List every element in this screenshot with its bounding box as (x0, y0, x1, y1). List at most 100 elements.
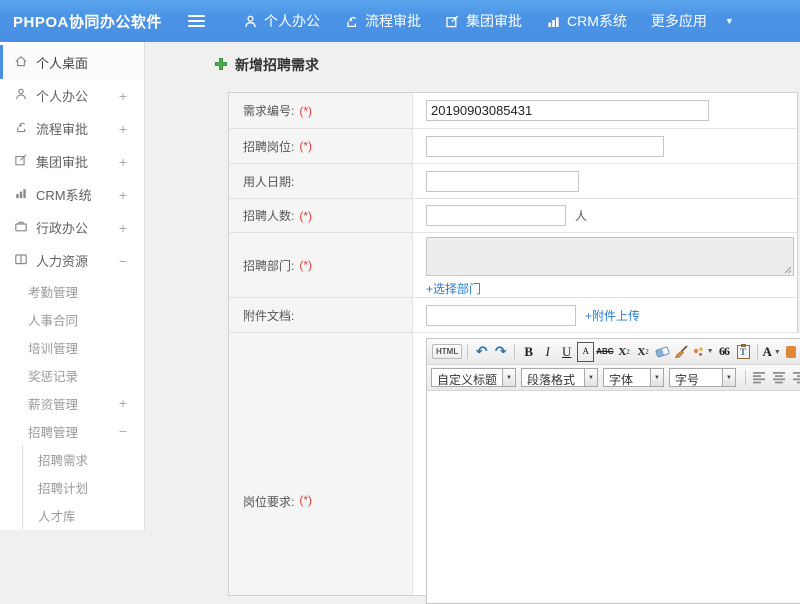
strikethrough-button[interactable]: ABC (596, 342, 613, 362)
font-family-dropdown[interactable]: 字体 ▼ (603, 368, 665, 387)
field-label-text: 需求编号: (243, 104, 295, 118)
color-palette-button[interactable]: ▼ (692, 342, 714, 362)
hire-date-input[interactable] (426, 170, 579, 192)
sidebar-subsubitem-recruit-plan[interactable]: 招聘计划 (23, 473, 144, 501)
attachment-input[interactable] (426, 304, 576, 326)
clipboard-icon: T (736, 343, 750, 359)
nav-item-more-apps[interactable]: 更多应用 ▼ (651, 11, 734, 31)
field-value-cell (413, 93, 797, 128)
expand-icon: + (118, 153, 127, 170)
user-icon (243, 14, 258, 29)
collapse-icon: − (118, 423, 127, 439)
paragraph-format-dropdown[interactable]: 段落格式 ▼ (521, 368, 599, 387)
field-label-text: 岗位要求: (243, 495, 295, 509)
sidebar-item-label: 个人桌面 (36, 55, 89, 71)
department-textarea[interactable] (426, 237, 794, 276)
required-mark: (*) (299, 103, 313, 118)
subscript-button[interactable]: X2 (635, 342, 652, 362)
font-style-button[interactable]: A (577, 341, 595, 362)
sidebar-item-workflow-approval[interactable]: 流程审批 + (0, 112, 144, 145)
font-size-dropdown[interactable]: 字号 ▼ (669, 368, 737, 387)
sidebar-subitem-attendance[interactable]: 考勤管理 (0, 277, 144, 305)
position-input[interactable] (426, 135, 664, 157)
sidebar-subitem-training[interactable]: 培训管理 (0, 333, 144, 361)
top-navbar: PHPOA协同办公软件 个人办公 流程审批 集团审批 CRM系统 更多应用 ▼ (0, 0, 800, 42)
highlight-icon (786, 345, 797, 358)
nav-item-personal-office[interactable]: 个人办公 (243, 11, 320, 31)
dropdown-value: 字体 (609, 373, 634, 387)
form-row-job-requirements: 岗位要求: (*) HTML ↶ ↷ B I U A ABC X2 X2 ▼ 6… (229, 333, 800, 604)
toolbar-separator (756, 344, 758, 359)
field-value-cell: +附件上传 (413, 298, 797, 332)
align-right-button[interactable] (793, 371, 800, 384)
sidebar-item-crm[interactable]: CRM系统 + (0, 178, 144, 211)
dropdown-arrow-icon: ▼ (584, 369, 598, 386)
html-source-button[interactable]: HTML (432, 344, 463, 359)
superscript-exp: 2 (626, 347, 630, 356)
sidebar-item-personal-desktop[interactable]: 个人桌面 (0, 45, 144, 79)
bar-chart-icon (546, 14, 561, 29)
sidebar-subitem-salary[interactable]: 薪资管理 + (0, 389, 144, 417)
nav-item-crm[interactable]: CRM系统 (546, 11, 627, 31)
demand-number-input[interactable] (426, 100, 709, 121)
editor-content-area[interactable] (427, 391, 800, 603)
remove-format-button[interactable] (654, 342, 671, 362)
form-row-attachment: 附件文档: +附件上传 (229, 298, 797, 333)
caret-down-icon: ▼ (724, 16, 734, 26)
undo-icon[interactable]: ↶ (473, 342, 490, 362)
choose-department-link[interactable]: +选择部门 (426, 280, 481, 297)
format-painter-button[interactable] (673, 342, 690, 362)
sidebar-subsubitem-label: 招聘计划 (38, 481, 89, 496)
sidebar-subitem-label: 人事合同 (28, 313, 79, 328)
required-mark: (*) (299, 139, 313, 153)
dropdown-arrow-icon: ▼ (650, 369, 664, 386)
paste-as-text-button[interactable]: T (735, 342, 752, 362)
superscript-button[interactable]: X2 (616, 342, 633, 362)
italic-button[interactable]: I (539, 342, 556, 362)
subscript-base: X (637, 345, 646, 358)
sidebar-subsubitem-talent-pool[interactable]: 人才库 (23, 501, 144, 529)
headcount-input[interactable] (426, 205, 566, 226)
field-label: 需求编号: (*) (229, 93, 413, 128)
redo-icon[interactable]: ↷ (492, 342, 509, 362)
expand-icon: + (118, 120, 127, 137)
sidebar-item-admin-office[interactable]: 行政办公 + (0, 211, 144, 244)
add-plus-icon (214, 57, 228, 74)
menu-toggle-icon[interactable] (188, 15, 205, 27)
blockquote-button[interactable]: 66 (716, 342, 733, 362)
form-row-hire-date: 用人日期: (229, 164, 797, 199)
custom-heading-dropdown[interactable]: 自定义标题 ▼ (431, 368, 517, 387)
page-title-text: 新增招聘需求 (235, 57, 319, 73)
nav-item-label: 流程审批 (365, 13, 421, 29)
form-row-department: 招聘部门: (*) +选择部门 (229, 233, 797, 298)
sidebar-subitem-recruitment[interactable]: 招聘管理 − (0, 417, 144, 445)
align-center-icon (773, 372, 786, 384)
dropdown-value: 段落格式 (527, 373, 576, 387)
eraser-icon (654, 345, 670, 358)
field-label: 用人日期: (229, 164, 413, 198)
field-label: 附件文档: (229, 298, 413, 332)
bold-button[interactable]: B (520, 342, 537, 362)
palette-icon (693, 347, 703, 356)
collapse-icon: − (118, 252, 127, 269)
attachment-upload-link[interactable]: +附件上传 (585, 307, 640, 324)
sidebar-item-personal-office[interactable]: 个人办公 + (0, 79, 144, 112)
underline-button[interactable]: U (558, 342, 575, 362)
sidebar-item-hr[interactable]: 人力资源 − (0, 244, 144, 277)
align-center-button[interactable] (773, 371, 787, 384)
form-row-position: 招聘岗位: (*) (229, 129, 797, 164)
edit-square-icon (14, 153, 28, 170)
sidebar-subitem-hr-contract[interactable]: 人事合同 (0, 305, 144, 333)
dropdown-arrow-icon: ▼ (502, 369, 516, 386)
highlight-color-button[interactable] (783, 342, 800, 362)
user-icon (14, 87, 28, 104)
sidebar-subitem-reward-record[interactable]: 奖惩记录 (0, 361, 144, 389)
align-left-button[interactable] (753, 371, 767, 384)
nav-item-group-approval[interactable]: 集团审批 (445, 11, 522, 31)
font-color-button[interactable]: A ▼ (763, 342, 781, 362)
nav-item-workflow-approval[interactable]: 流程审批 (344, 11, 421, 31)
sidebar-subitem-label: 奖惩记录 (28, 369, 79, 384)
workflow-icon (344, 14, 359, 29)
sidebar-subsubitem-recruit-demand[interactable]: 招聘需求 (23, 445, 144, 473)
sidebar-item-group-approval[interactable]: 集团审批 + (0, 145, 144, 178)
